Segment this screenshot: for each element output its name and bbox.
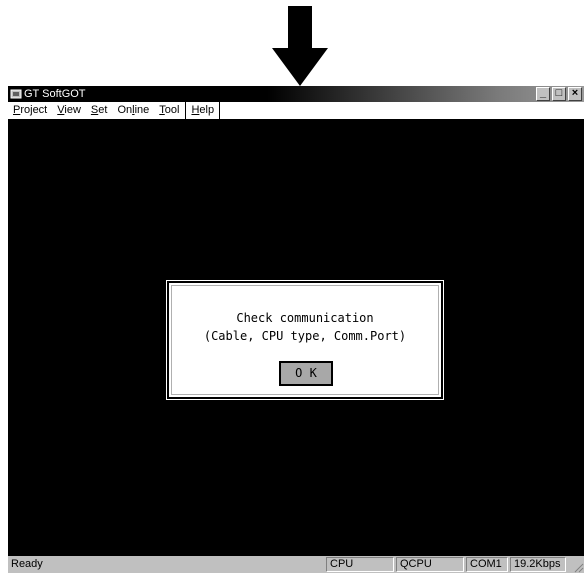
app-window: GT SoftGOT _ □ × Project View Set Online Too… [8, 86, 584, 573]
minimize-icon[interactable]: _ [536, 87, 550, 101]
down-arrow-icon [272, 6, 328, 86]
error-dialog: Check communication (Cable, CPU type, Co… [166, 280, 444, 400]
dialog-message-line1: Check communication [236, 311, 374, 325]
menu-project[interactable]: Project [8, 102, 52, 119]
got-screen: Check communication (Cable, CPU type, Co… [8, 119, 584, 556]
menu-tool[interactable]: Tool [154, 102, 184, 119]
menu-online[interactable]: Online [112, 102, 154, 119]
status-speed: 19.2Kbps [510, 557, 566, 572]
status-cpu-type: QCPU [396, 557, 464, 572]
window-title: GT SoftGOT [24, 88, 86, 100]
title-bar[interactable]: GT SoftGOT _ □ × [8, 86, 584, 102]
menu-view[interactable]: View [52, 102, 86, 119]
status-cpu-label: CPU [326, 557, 394, 572]
ok-button[interactable]: O K [279, 361, 333, 386]
resize-grip-icon[interactable] [572, 561, 584, 573]
status-bar: Ready CPU QCPU COM1 19.2Kbps [8, 556, 584, 573]
app-icon [10, 89, 22, 99]
status-ready: Ready [11, 558, 43, 570]
status-port: COM1 [466, 557, 508, 572]
close-icon[interactable]: × [568, 87, 582, 101]
menu-bar: Project View Set Online Tool Help [8, 102, 584, 119]
dialog-message-line2: (Cable, CPU type, Comm.Port) [203, 329, 407, 343]
menu-help[interactable]: Help [185, 102, 221, 119]
menu-set[interactable]: Set [86, 102, 113, 119]
maximize-icon[interactable]: □ [552, 87, 566, 101]
